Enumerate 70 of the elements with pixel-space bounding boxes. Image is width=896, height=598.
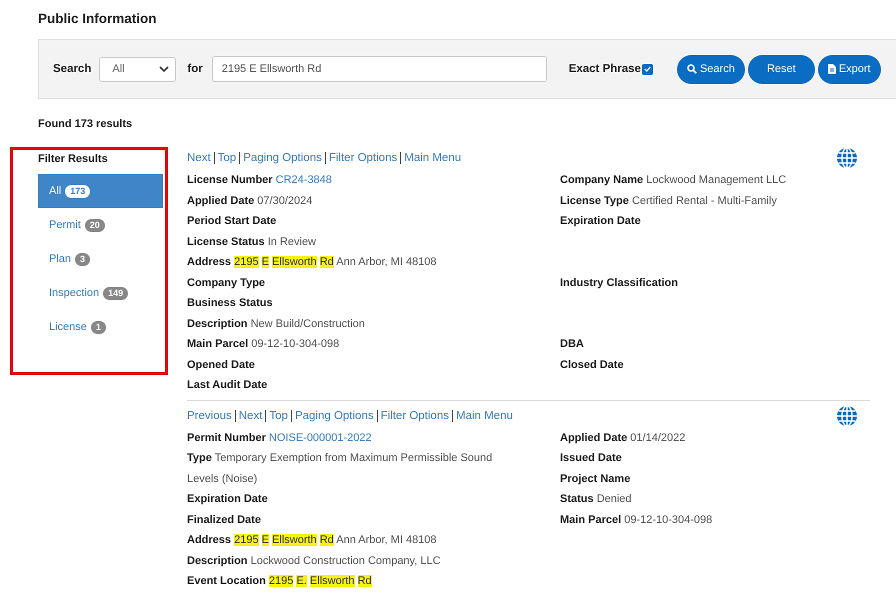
- count-badge: 3: [75, 252, 90, 266]
- count-badge: 1: [90, 320, 106, 334]
- record-field: Description New Build/Construction: [187, 318, 560, 330]
- record-field: Opened Date: [187, 358, 560, 371]
- record-field: Closed Date: [560, 358, 858, 371]
- record-field: Address 2195 E Ellsworth Rd Ann Arbor, MI 48108: [187, 256, 560, 268]
- record-field: License Status In Review: [187, 236, 560, 248]
- filter-item[interactable]: Permit 20: [38, 208, 163, 242]
- filter-item[interactable]: All 173: [38, 174, 163, 208]
- nav-link[interactable]: Next: [234, 410, 266, 422]
- scope-select[interactable]: All: [99, 56, 176, 82]
- count-badge: 173: [65, 184, 90, 198]
- record-field: Last Audit Date: [187, 379, 560, 392]
- record-link[interactable]: CR24-3848: [276, 174, 332, 186]
- record-link[interactable]: NOISE-000001-2022: [268, 432, 372, 444]
- for-label: for: [187, 63, 203, 75]
- count-badge: 20: [84, 218, 105, 232]
- globe-icon[interactable]: [836, 404, 858, 426]
- record-field: License Number CR24-3848: [187, 174, 560, 186]
- nav-link[interactable]: Filter Options: [324, 152, 400, 164]
- nav-link[interactable]: Previous: [187, 410, 235, 422]
- filter-item[interactable]: License 1: [38, 310, 163, 344]
- record-field: Issued Date: [560, 452, 858, 464]
- record-field: Event Location 2195 E. Ellsworth Rd: [187, 575, 560, 588]
- nav-link[interactable]: Paging Options: [290, 410, 377, 422]
- export-button[interactable]: Export: [818, 54, 881, 84]
- record-field: Description Lockwood Construction Company, LLC: [187, 554, 560, 567]
- nav-link[interactable]: Next: [187, 152, 214, 164]
- nav-link[interactable]: Main Menu: [400, 152, 464, 164]
- record-field: Address 2195 E Ellsworth Rd Ann Arbor, MI 48108: [187, 534, 560, 546]
- filter-item[interactable]: Plan 3: [38, 242, 163, 276]
- exact-phrase-checkbox[interactable]: [642, 64, 653, 74]
- nav-link[interactable]: Main Menu: [452, 410, 516, 422]
- nav-link[interactable]: Top: [265, 410, 291, 422]
- record-field: Main Parcel 09-12-10-304-098: [560, 514, 858, 526]
- record-field: Company Type: [187, 276, 560, 289]
- nav-link[interactable]: Top: [214, 152, 240, 164]
- record-field: Expiration Date: [187, 493, 560, 506]
- record-field: Applied Date 01/14/2022: [560, 432, 858, 444]
- record-field: Status Denied: [560, 493, 858, 506]
- document-icon: [828, 64, 836, 74]
- reset-button[interactable]: Reset: [748, 54, 815, 84]
- record-field: Period Start Date: [187, 215, 560, 228]
- record-field: Applied Date 07/30/2024: [187, 194, 560, 207]
- globe-icon[interactable]: [836, 147, 858, 169]
- filter-item[interactable]: Inspection 149: [38, 276, 163, 310]
- search-label: Search: [53, 63, 92, 75]
- filter-title: Filter Results: [38, 152, 109, 167]
- record-field: Industry Classification: [560, 276, 858, 289]
- search-icon: [686, 64, 697, 74]
- page-title: Public Information: [38, 10, 158, 26]
- nav-link[interactable]: Paging Options: [239, 152, 325, 164]
- record-field: License Type Certified Rental - Multi-Family: [560, 194, 858, 207]
- search-field[interactable]: 2195 E Ellsworth Rd: [212, 56, 547, 82]
- chevron-icon: [159, 66, 170, 72]
- record-field: Business Status: [187, 297, 560, 310]
- record-field: Type Temporary Exemption from Maximum Permissible Sound: [187, 452, 560, 464]
- record-field: Expiration Date: [560, 215, 858, 228]
- record-field: Finalized Date: [187, 514, 560, 526]
- record-field: Main Parcel 09-12-10-304-098: [187, 338, 560, 350]
- exact-phrase-label: Exact Phrase: [568, 63, 641, 75]
- nav-link[interactable]: Filter Options: [376, 410, 452, 422]
- record-field: Project Name: [560, 472, 858, 485]
- record-field: Company Name Lockwood Management LLC: [560, 174, 858, 186]
- results-count: Found 173 results: [38, 118, 134, 130]
- record-field: Levels (Noise): [187, 472, 560, 485]
- record-field: DBA: [560, 338, 858, 350]
- count-badge: 149: [103, 286, 128, 300]
- search-button[interactable]: Search: [676, 54, 745, 84]
- record-field: Permit Number NOISE-000001-2022: [187, 432, 560, 444]
